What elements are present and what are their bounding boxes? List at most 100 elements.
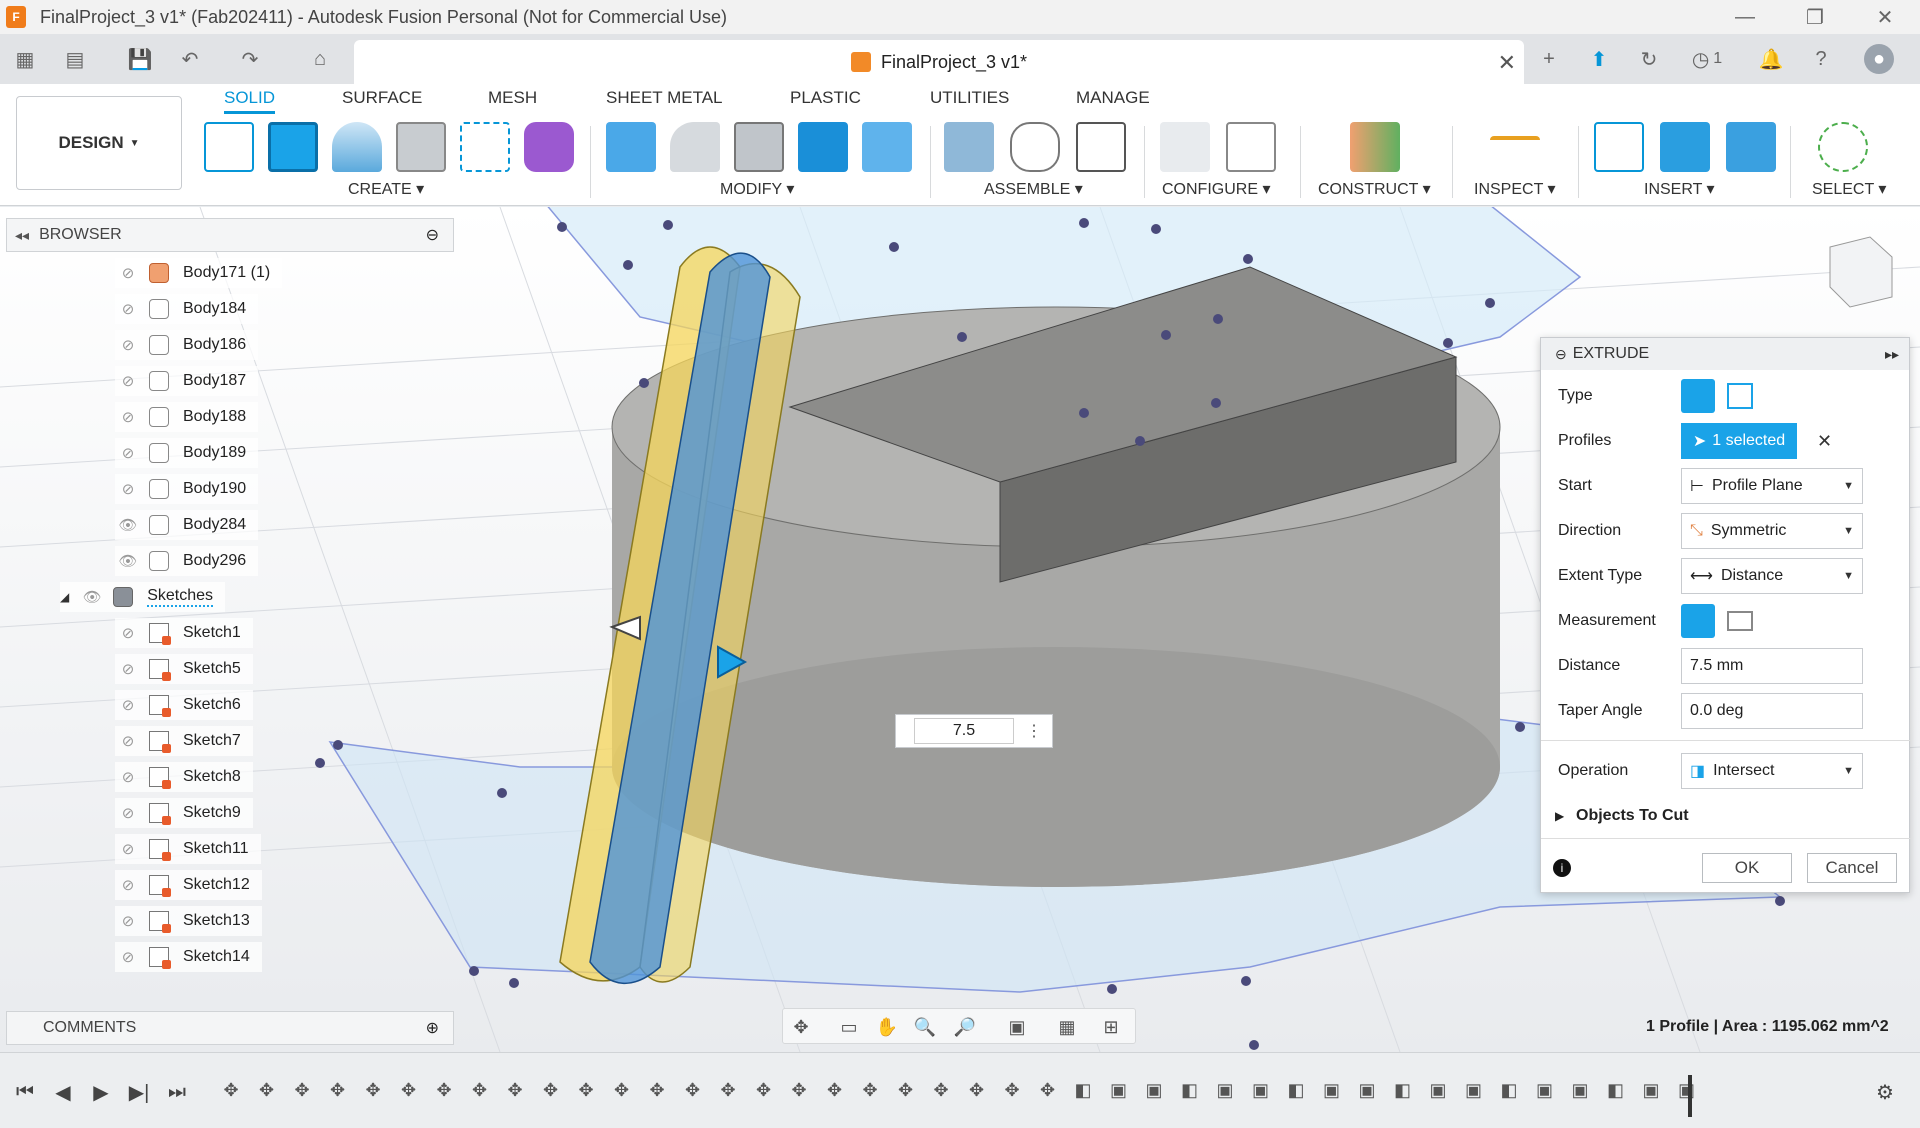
grid-settings-icon[interactable]: ▦ bbox=[1055, 1015, 1079, 1039]
document-tab[interactable]: FinalProject_3 v1* ✕ bbox=[354, 40, 1524, 84]
help-icon[interactable]: ? bbox=[1806, 44, 1836, 74]
timeline-feature-icon[interactable]: ▣ bbox=[1534, 1079, 1556, 1101]
configure-design-icon[interactable] bbox=[1160, 122, 1210, 172]
timeline-feature-icon[interactable]: ▣ bbox=[1321, 1079, 1343, 1101]
timeline-feature-icon[interactable]: ✥ bbox=[362, 1079, 384, 1101]
timeline-feature-icon[interactable]: ▣ bbox=[1427, 1079, 1449, 1101]
insert-canvas-image-icon[interactable] bbox=[1726, 122, 1776, 172]
browser-item[interactable]: ⊘ Sketch5 bbox=[115, 654, 253, 684]
hidden-eye-icon[interactable]: ⊘ bbox=[115, 300, 141, 318]
timeline-feature-icon[interactable]: ✥ bbox=[291, 1079, 313, 1101]
data-panel-grid-icon[interactable]: ▦ bbox=[10, 44, 40, 74]
extrude-dialog-header[interactable]: ⊖ EXTRUDE ▸▸ bbox=[1541, 338, 1909, 370]
tab-manage[interactable]: MANAGE bbox=[1076, 88, 1150, 108]
extrude-icon[interactable] bbox=[268, 122, 318, 172]
hidden-eye-icon[interactable]: ⊘ bbox=[115, 804, 141, 822]
type-thin-icon[interactable] bbox=[1727, 383, 1753, 409]
distance-input[interactable]: 7.5 mm bbox=[1681, 648, 1863, 684]
comments-panel[interactable]: COMMENTS ⊕ bbox=[6, 1011, 454, 1045]
profiles-selection-button[interactable]: ➤ 1 selected bbox=[1681, 423, 1797, 459]
timeline-feature-icon[interactable]: ◧ bbox=[1605, 1079, 1627, 1101]
timeline-feature-icon[interactable]: ✥ bbox=[966, 1079, 988, 1101]
browser-item[interactable]: 👁 Body296 bbox=[115, 546, 259, 576]
hidden-eye-icon[interactable]: ⊘ bbox=[115, 372, 141, 390]
redo-icon[interactable]: ↷ bbox=[235, 44, 265, 74]
browser-item[interactable]: ⊘ Sketch14 bbox=[115, 942, 262, 972]
undo-icon[interactable]: ↶ bbox=[175, 44, 205, 74]
assemble-menu[interactable]: ASSEMBLE ▾ bbox=[984, 179, 1083, 199]
tab-mesh[interactable]: MESH bbox=[488, 88, 537, 108]
fillet-icon[interactable] bbox=[670, 122, 720, 172]
collapse-left-icon[interactable]: ◂◂ bbox=[15, 227, 29, 244]
timeline-feature-icon[interactable]: ✥ bbox=[327, 1079, 349, 1101]
press-pull-icon[interactable] bbox=[606, 122, 656, 172]
joint-icon[interactable] bbox=[1010, 122, 1060, 172]
timeline-feature-icon[interactable]: ✥ bbox=[859, 1079, 881, 1101]
browser-item[interactable]: ⊘ Body186 bbox=[115, 330, 259, 360]
extent-dropdown[interactable]: ⟷ Distance ▼ bbox=[1681, 558, 1863, 594]
timeline-feature-icon[interactable]: ✥ bbox=[1001, 1079, 1023, 1101]
timeline-marker[interactable] bbox=[1688, 1075, 1692, 1117]
more-options-icon[interactable]: ⋮ bbox=[1026, 721, 1042, 741]
expand-triangle-icon[interactable]: ◢ bbox=[60, 590, 69, 604]
viewports-icon[interactable]: ⊞ bbox=[1099, 1015, 1123, 1039]
shell-icon[interactable] bbox=[734, 122, 784, 172]
timeline-feature-icon[interactable]: ✥ bbox=[930, 1079, 952, 1101]
timeline-feature-icon[interactable]: ✥ bbox=[717, 1079, 739, 1101]
taper-angle-input[interactable]: 0.0 deg bbox=[1681, 693, 1863, 729]
revolve-icon[interactable] bbox=[332, 122, 382, 172]
hidden-eye-icon[interactable]: ⊘ bbox=[115, 948, 141, 966]
browser-header[interactable]: ◂◂ BROWSER ⊖ bbox=[6, 218, 454, 252]
configure-menu[interactable]: CONFIGURE ▾ bbox=[1162, 179, 1270, 199]
hidden-eye-icon[interactable]: ⊘ bbox=[115, 696, 141, 714]
expand-icon[interactable]: ▸▸ bbox=[1885, 346, 1899, 363]
insert-derive-icon[interactable] bbox=[1594, 122, 1644, 172]
tab-plastic[interactable]: PLASTIC bbox=[790, 88, 861, 108]
new-component-icon[interactable] bbox=[944, 122, 994, 172]
timeline-feature-icon[interactable]: ✥ bbox=[895, 1079, 917, 1101]
timeline-feature-icon[interactable]: ✥ bbox=[504, 1079, 526, 1101]
clear-selection-icon[interactable]: ✕ bbox=[1817, 431, 1832, 452]
insert-menu[interactable]: INSERT ▾ bbox=[1644, 179, 1715, 199]
orbit-icon[interactable]: ✥ bbox=[789, 1015, 813, 1039]
cancel-button[interactable]: Cancel bbox=[1807, 853, 1897, 883]
timeline-feature-icon[interactable]: ✥ bbox=[824, 1079, 846, 1101]
select-menu[interactable]: SELECT ▾ bbox=[1812, 179, 1886, 199]
distance-input-value[interactable]: 7.5 bbox=[914, 718, 1014, 744]
browser-item[interactable]: ⊘ Body184 bbox=[115, 294, 259, 324]
notifications-bell-icon[interactable]: 🔔 bbox=[1756, 44, 1786, 74]
hidden-eye-icon[interactable]: ⊘ bbox=[115, 264, 141, 282]
hidden-eye-icon[interactable]: ⊘ bbox=[115, 660, 141, 678]
timeline-feature-icon[interactable]: ▣ bbox=[1569, 1079, 1591, 1101]
inspect-menu[interactable]: INSPECT ▾ bbox=[1474, 179, 1556, 199]
add-comment-icon[interactable]: ⊕ bbox=[426, 1018, 439, 1038]
go-to-end-icon[interactable]: ⏭ bbox=[162, 1077, 192, 1107]
zoom-window-icon[interactable]: 🔎 bbox=[953, 1015, 977, 1039]
browser-item[interactable]: ⊘ Body190 bbox=[115, 474, 259, 504]
user-avatar[interactable]: ● bbox=[1864, 44, 1894, 74]
timeline-feature-icon[interactable]: ✥ bbox=[433, 1079, 455, 1101]
timeline-feature-icon[interactable]: ✥ bbox=[220, 1079, 242, 1101]
browser-item[interactable]: ⊘ Sketch13 bbox=[115, 906, 262, 936]
browser-item[interactable]: ⊘ Body189 bbox=[115, 438, 259, 468]
zoom-icon[interactable]: 🔍 bbox=[913, 1015, 937, 1039]
hidden-eye-icon[interactable]: ⊘ bbox=[115, 732, 141, 750]
browser-item[interactable]: ⊘ Body187 bbox=[115, 366, 259, 396]
visibility-eye-icon[interactable]: 👁 bbox=[79, 588, 105, 606]
browser-item[interactable]: ⊘ Sketch8 bbox=[115, 762, 253, 792]
hidden-eye-icon[interactable]: ⊘ bbox=[115, 624, 141, 642]
expand-triangle-icon[interactable]: ▶ bbox=[1555, 809, 1564, 823]
timeline-feature-icon[interactable]: ▣ bbox=[1143, 1079, 1165, 1101]
select-cursor-icon[interactable] bbox=[1818, 122, 1868, 172]
browser-item[interactable]: ⊘ Sketch7 bbox=[115, 726, 253, 756]
tab-utilities[interactable]: UTILITIES bbox=[930, 88, 1009, 108]
bom-table-icon[interactable] bbox=[1076, 122, 1126, 172]
construct-menu[interactable]: CONSTRUCT ▾ bbox=[1318, 179, 1431, 199]
close-button[interactable]: ✕ bbox=[1850, 0, 1920, 34]
timeline-feature-icon[interactable]: ✥ bbox=[256, 1079, 278, 1101]
timeline-feature-icon[interactable]: ✥ bbox=[788, 1079, 810, 1101]
timeline-feature-icon[interactable]: ◧ bbox=[1072, 1079, 1094, 1101]
pattern-icon[interactable] bbox=[460, 122, 510, 172]
home-icon[interactable]: ⌂ bbox=[305, 44, 335, 74]
visibility-eye-icon[interactable]: 👁 bbox=[115, 516, 141, 534]
